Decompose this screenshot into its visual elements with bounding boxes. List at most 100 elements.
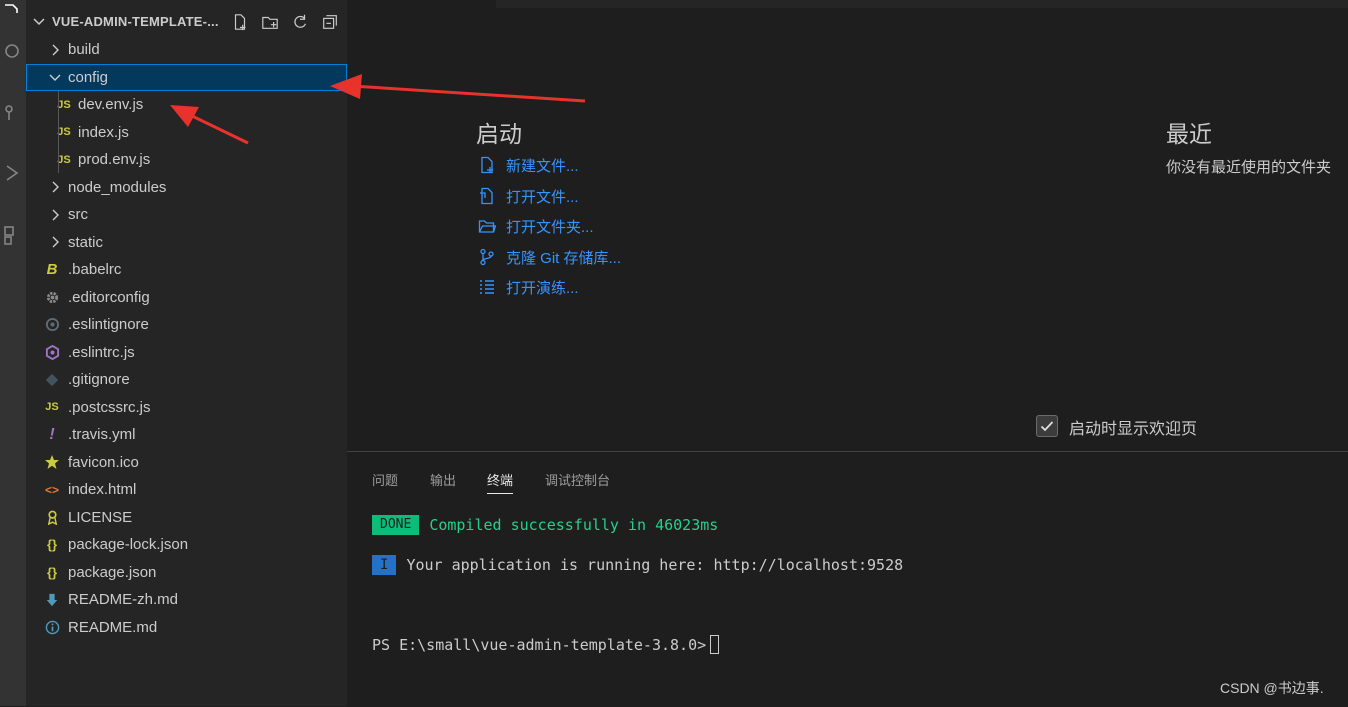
tree-item-prod-env-js[interactable]: JS prod.env.js [26, 146, 347, 174]
source-control-activity-icon[interactable] [0, 98, 26, 124]
file-tree: build config JS dev.env.js JS index.js J… [26, 36, 347, 641]
git-clone-icon [478, 248, 496, 266]
tree-item-package-lock-json[interactable]: {} package-lock.json [26, 531, 347, 559]
collapse-all-icon[interactable] [320, 12, 340, 32]
explorer-header[interactable]: VUE-ADMIN-TEMPLATE-... [26, 8, 347, 36]
terminal-prompt-line[interactable]: PS E:\small\vue-admin-template-3.8.0> [372, 635, 720, 654]
tree-item-build[interactable]: build [26, 36, 347, 64]
search-activity-icon[interactable] [0, 38, 26, 64]
tree-item-travis-yml[interactable]: ! .travis.yml [26, 421, 347, 449]
star-icon [44, 454, 60, 470]
babel-icon: B [46, 261, 58, 279]
open-file-link[interactable]: 打开文件... [478, 185, 579, 207]
tree-item-dev-env-js[interactable]: JS dev.env.js [26, 91, 347, 119]
checkmark-icon [1040, 421, 1054, 432]
workspace-title: VUE-ADMIN-TEMPLATE-... [52, 14, 219, 29]
js-file-icon: JS [45, 401, 59, 414]
tree-item-label: package-lock.json [68, 536, 189, 554]
git-icon [44, 372, 60, 388]
explorer-sidebar: VUE-ADMIN-TEMPLATE-... build config JS d… [26, 0, 347, 706]
tree-item-gitignore[interactable]: .gitignore [26, 366, 347, 394]
recent-section-title: 最近 [1166, 121, 1212, 147]
chevron-right-icon [52, 44, 59, 56]
tree-item-index-html[interactable]: <> index.html [26, 476, 347, 504]
tree-item-label: static [68, 233, 104, 251]
open-folder-link[interactable]: 打开文件夹... [478, 215, 594, 237]
terminal-line-compiled: DONE Compiled successfully in 46023ms [372, 515, 718, 535]
new-file-icon[interactable] [230, 12, 250, 32]
explorer-activity-icon[interactable] [0, 0, 26, 26]
tree-item-label: index.js [78, 123, 129, 141]
new-file-icon [478, 156, 496, 174]
open-file-icon [478, 187, 496, 205]
tree-item-readme-md[interactable]: README.md [26, 614, 347, 642]
tree-item-label: node_modules [68, 178, 167, 196]
running-text: Your application is running here: http:/… [406, 556, 904, 574]
activity-bar [0, 0, 26, 706]
html-file-icon: <> [44, 482, 59, 497]
run-debug-activity-icon[interactable] [0, 160, 26, 186]
tree-item-label: README.md [68, 618, 158, 636]
tree-item-src[interactable]: src [26, 201, 347, 229]
tab-terminal[interactable]: 终端 [487, 470, 514, 494]
tree-item-label: .babelrc [68, 261, 122, 279]
chevron-down-icon [49, 74, 61, 82]
tree-item-eslintignore[interactable]: .eslintignore [26, 311, 347, 339]
info-badge: I [372, 555, 397, 575]
open-file-label: 打开文件... [506, 188, 579, 206]
tree-item-label: favicon.ico [68, 453, 139, 471]
tab-output[interactable]: 输出 [430, 470, 456, 489]
compiled-text: Compiled successfully in 46023ms [429, 516, 719, 534]
chevron-down-icon[interactable] [32, 15, 46, 29]
new-file-link[interactable]: 新建文件... [478, 154, 579, 176]
yaml-icon: ! [49, 425, 55, 443]
terminal-line-running: I Your application is running here: http… [372, 555, 903, 575]
tab-debug-console[interactable]: 调试控制台 [545, 470, 610, 489]
tab-problems[interactable]: 问题 [372, 470, 398, 489]
open-walkthrough-link[interactable]: 打开演练... [478, 276, 579, 298]
tree-item-postcssrc-js[interactable]: JS .postcssrc.js [26, 394, 347, 422]
new-file-label: 新建文件... [506, 157, 579, 175]
tree-item-label: package.json [68, 563, 157, 581]
refresh-icon[interactable] [290, 12, 310, 32]
tree-item-label: dev.env.js [78, 96, 144, 114]
tree-item-label: src [68, 206, 88, 224]
indent-guide [58, 91, 59, 173]
tree-item-babelrc[interactable]: B .babelrc [26, 256, 347, 284]
tree-item-node-modules[interactable]: node_modules [26, 174, 347, 202]
open-folder-label: 打开文件夹... [506, 218, 594, 236]
tree-item-favicon-ico[interactable]: favicon.ico [26, 449, 347, 477]
license-icon [44, 509, 60, 525]
tree-item-eslintrc-js[interactable]: .eslintrc.js [26, 339, 347, 367]
tree-item-config[interactable]: config [26, 63, 347, 91]
tree-item-label: LICENSE [68, 508, 133, 526]
tree-item-label: build [68, 41, 100, 59]
open-walkthrough-label: 打开演练... [506, 279, 579, 297]
tree-item-label: config [68, 68, 109, 86]
walkthrough-icon [478, 278, 496, 296]
open-folder-icon [478, 217, 496, 235]
tree-item-package-json[interactable]: {} package.json [26, 559, 347, 587]
tree-item-index-js[interactable]: JS index.js [26, 119, 347, 147]
tree-item-label: README-zh.md [68, 591, 179, 609]
eslint-ignore-icon [44, 317, 60, 333]
clone-git-repo-label: 克隆 Git 存储库... [506, 249, 622, 267]
download-arrow-icon [44, 592, 60, 608]
tree-item-readme-zh-md[interactable]: README-zh.md [26, 586, 347, 614]
show-welcome-checkbox[interactable] [1036, 415, 1058, 437]
tree-item-label: .gitignore [68, 371, 130, 389]
terminal-prompt: PS E:\small\vue-admin-template-3.8.0> [372, 635, 707, 654]
done-badge: DONE [372, 515, 420, 535]
show-welcome-label: 启动时显示欢迎页 [1069, 421, 1198, 438]
tree-item-editorconfig[interactable]: .editorconfig [26, 284, 347, 312]
clone-git-repo-link[interactable]: 克隆 Git 存储库... [478, 246, 621, 268]
tree-item-static[interactable]: static [26, 229, 347, 257]
new-folder-icon[interactable] [260, 12, 280, 32]
gear-icon [44, 289, 60, 305]
extensions-activity-icon[interactable] [0, 222, 26, 248]
annotation-arrow-config [330, 74, 586, 103]
tree-item-license[interactable]: LICENSE [26, 504, 347, 532]
start-section-title: 启动 [476, 121, 522, 147]
json-file-icon: {} [46, 564, 58, 580]
watermark: CSDN @书边事. [1220, 680, 1324, 696]
